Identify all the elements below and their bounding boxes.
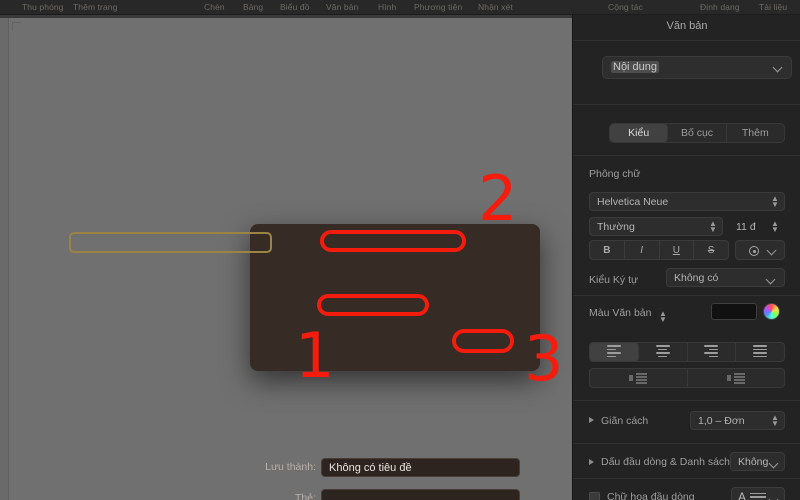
- canvas-ruler-band: [0, 15, 572, 18]
- font-family-value: Helvetica Neue: [597, 195, 669, 208]
- font-size-stepper[interactable]: 11 đ ▲ ▼: [729, 217, 785, 236]
- stepper-icon: ▲ ▼: [771, 412, 779, 428]
- align-justify-icon: [753, 345, 768, 359]
- dropcap-letter-icon: A: [738, 490, 747, 500]
- chevron-down-icon: [770, 495, 779, 500]
- sidebar-divider-6: [573, 443, 800, 444]
- text-color-label: Màu Văn bản: [589, 307, 652, 319]
- font-section-label: Phông chữ: [589, 168, 641, 180]
- align-left-icon: [606, 345, 621, 359]
- character-style-label: Kiểu Ký tự: [589, 274, 639, 286]
- menu-item-document[interactable]: Tài liệu: [759, 2, 787, 13]
- format-sidebar: Văn bản Nội dung Kiểu Bố cục Thêm Phông …: [572, 15, 800, 500]
- menu-item-chart[interactable]: Biểu đồ: [280, 2, 310, 13]
- menu-item-text[interactable]: Văn bản: [326, 2, 358, 13]
- tab-layout[interactable]: Bố cục: [668, 124, 727, 142]
- align-right-button[interactable]: [688, 343, 737, 361]
- tags-input[interactable]: [321, 489, 520, 500]
- menu-item-zoom[interactable]: Thu phóng: [22, 2, 64, 13]
- font-weight-select[interactable]: Thường ▲ ▼: [589, 217, 723, 236]
- bullets-lists-label: Dấu đầu dòng & Danh sách: [601, 456, 731, 468]
- font-style-buttons: B I U S: [589, 240, 729, 260]
- dropcap-style-button[interactable]: A: [731, 487, 785, 500]
- canvas-margin-corner: [12, 22, 21, 31]
- menu-item-table[interactable]: Bảng: [243, 2, 263, 13]
- font-weight-value: Thường: [597, 220, 635, 233]
- sidebar-divider-4: [573, 295, 800, 296]
- chevron-down-icon: [770, 459, 779, 468]
- chevron-down-icon: [767, 275, 776, 284]
- style-layout-more-tabs: Kiểu Bố cục Thêm: [609, 123, 785, 143]
- strikethrough-button[interactable]: S: [694, 241, 728, 259]
- stepper-icon: ▲ ▼: [771, 193, 779, 209]
- line-spacing-label: Giãn cách: [601, 415, 649, 427]
- menu-item-add-page[interactable]: Thêm trang: [73, 2, 117, 13]
- decrease-indent-icon: [629, 373, 648, 384]
- font-family-select[interactable]: Helvetica Neue ▲ ▼: [589, 192, 785, 211]
- chevron-down-icon: [768, 246, 777, 255]
- menu-item-comment[interactable]: Nhận xét: [478, 2, 513, 13]
- sidebar-divider-2: [573, 104, 800, 105]
- text-alignment-buttons: [589, 342, 785, 362]
- decrease-indent-button[interactable]: [590, 369, 688, 387]
- italic-button[interactable]: I: [625, 241, 660, 259]
- chevron-down-icon: [774, 63, 783, 72]
- canvas-left-strip: [0, 18, 9, 500]
- menu-item-shape[interactable]: Hình: [378, 2, 396, 13]
- menu-bar: Thu phóng Thêm trang Chèn Bảng Biểu đồ V…: [0, 0, 800, 15]
- align-center-button[interactable]: [639, 343, 688, 361]
- character-style-value: Không có: [674, 271, 719, 284]
- line-spacing-value: 1,0 – Đơn: [698, 414, 745, 427]
- text-color-swatch[interactable]: [711, 303, 757, 320]
- sidebar-divider-3: [573, 155, 800, 156]
- dropcap-checkbox[interactable]: [589, 492, 600, 500]
- disclosure-triangle-icon[interactable]: [589, 417, 594, 423]
- sidebar-divider-7: [573, 478, 800, 479]
- align-right-icon: [704, 345, 719, 359]
- text-indent-buttons: [589, 368, 785, 388]
- gear-icon: [749, 246, 759, 256]
- align-justify-button[interactable]: [736, 343, 784, 361]
- align-left-button[interactable]: [590, 343, 639, 361]
- font-size-value: 11 đ: [736, 220, 756, 233]
- sidebar-divider-1: [573, 40, 800, 41]
- underline-button[interactable]: U: [660, 241, 695, 259]
- menu-item-collaborate[interactable]: Cộng tác: [608, 2, 643, 13]
- sidebar-divider-5: [573, 400, 800, 401]
- line-spacing-select[interactable]: 1,0 – Đơn ▲ ▼: [690, 411, 785, 430]
- stepper-icon: ▲ ▼: [771, 218, 779, 234]
- save-as-input[interactable]: Không có tiêu đề: [321, 458, 520, 477]
- color-wheel-icon[interactable]: [763, 303, 780, 320]
- bullets-lists-select[interactable]: Không: [730, 452, 785, 471]
- font-options-button[interactable]: [735, 240, 785, 260]
- disclosure-triangle-icon[interactable]: [589, 459, 594, 465]
- sidebar-title: Văn bản: [666, 20, 708, 32]
- character-style-select[interactable]: Không có: [666, 268, 785, 287]
- tab-style[interactable]: Kiểu: [610, 124, 669, 142]
- dropcap-lines-icon: [750, 493, 766, 500]
- content-popup-label: Nội dung: [611, 61, 660, 73]
- bold-button[interactable]: B: [590, 241, 625, 259]
- menu-item-insert[interactable]: Chèn: [204, 2, 225, 13]
- save-as-value: Không có tiêu đề: [329, 461, 412, 474]
- stepper-icon: ▲ ▼: [709, 218, 717, 234]
- tab-more[interactable]: Thêm: [727, 124, 784, 142]
- align-center-icon: [655, 345, 670, 359]
- content-popup-button[interactable]: Nội dung: [602, 56, 792, 79]
- bullets-lists-value: Không: [738, 455, 769, 468]
- dropcap-label: Chữ hoa đầu dòng: [607, 491, 695, 500]
- save-dialog: Lưu thành: Không có tiêu đề Thẻ: Ở đâu: …: [250, 224, 540, 500]
- increase-indent-button[interactable]: [688, 369, 785, 387]
- menu-item-media[interactable]: Phương tiện: [414, 2, 462, 13]
- save-as-label: Lưu thành:: [265, 461, 316, 473]
- menu-item-format[interactable]: Định dạng: [700, 2, 740, 13]
- tags-label: Thẻ:: [294, 492, 316, 500]
- app-window: Thu phóng Thêm trang Chèn Bảng Biểu đồ V…: [0, 0, 800, 500]
- text-color-stepper-icon[interactable]: ▲ ▼: [659, 310, 667, 324]
- increase-indent-icon: [726, 373, 745, 384]
